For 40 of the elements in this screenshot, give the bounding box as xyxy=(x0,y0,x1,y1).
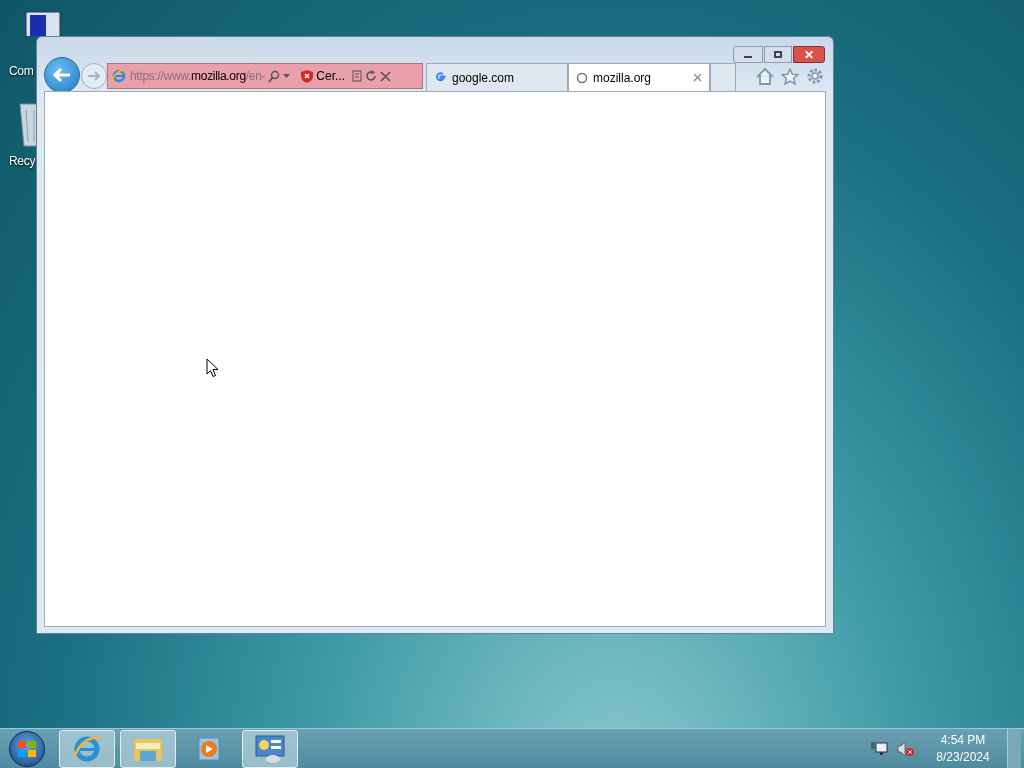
forward-arrow-icon xyxy=(87,70,101,82)
compatibility-icon xyxy=(352,70,362,82)
back-button[interactable] xyxy=(44,57,80,93)
google-g-icon xyxy=(434,71,447,84)
search-icon xyxy=(268,69,281,83)
minimize-button[interactable] xyxy=(733,46,763,63)
page-e-icon xyxy=(111,68,127,84)
home-icon xyxy=(756,67,774,85)
address-bar[interactable]: https://www.mozilla.org/en- Cer... xyxy=(107,63,423,89)
close-button[interactable]: ✕ xyxy=(793,46,825,63)
star-icon xyxy=(781,67,799,85)
muted-speaker-icon xyxy=(897,740,915,757)
taskbar-app-button[interactable] xyxy=(242,729,298,768)
desktop-icon-label[interactable]: Recy xyxy=(9,152,36,170)
taskbar-app-button[interactable] xyxy=(59,729,115,768)
maximize-button[interactable] xyxy=(764,46,792,63)
recycle-bin-icon[interactable] xyxy=(16,100,36,148)
desktop-icon-label[interactable]: Com xyxy=(9,62,34,80)
start-button[interactable] xyxy=(9,730,45,767)
refresh-icon xyxy=(365,70,377,82)
tab-title: google.com xyxy=(452,69,516,87)
media-player-icon xyxy=(196,735,222,762)
stop-icon xyxy=(380,70,391,82)
certificate-error-text[interactable]: Cer... xyxy=(316,67,345,85)
loading-circle-icon xyxy=(576,71,588,84)
settings-icon xyxy=(806,67,824,85)
url-text: https://www.mozilla.org/en- xyxy=(130,68,266,85)
taskbar-app-button[interactable] xyxy=(120,729,176,768)
network-icon xyxy=(871,740,889,757)
control-panel-icon xyxy=(253,733,287,764)
mouse-pointer-icon xyxy=(206,358,219,378)
tab-title: mozilla.org xyxy=(593,69,653,87)
browser-tab[interactable]: google.com xyxy=(426,63,568,91)
browser-tab[interactable]: mozilla.org xyxy=(568,63,710,91)
windows-logo-icon xyxy=(17,739,37,758)
close-tab-icon xyxy=(693,73,702,82)
clock-date[interactable]: 8/23/2024 xyxy=(936,748,990,766)
back-arrow-icon xyxy=(52,67,72,83)
caret-icon xyxy=(283,74,291,78)
shield-error-icon xyxy=(301,69,314,83)
